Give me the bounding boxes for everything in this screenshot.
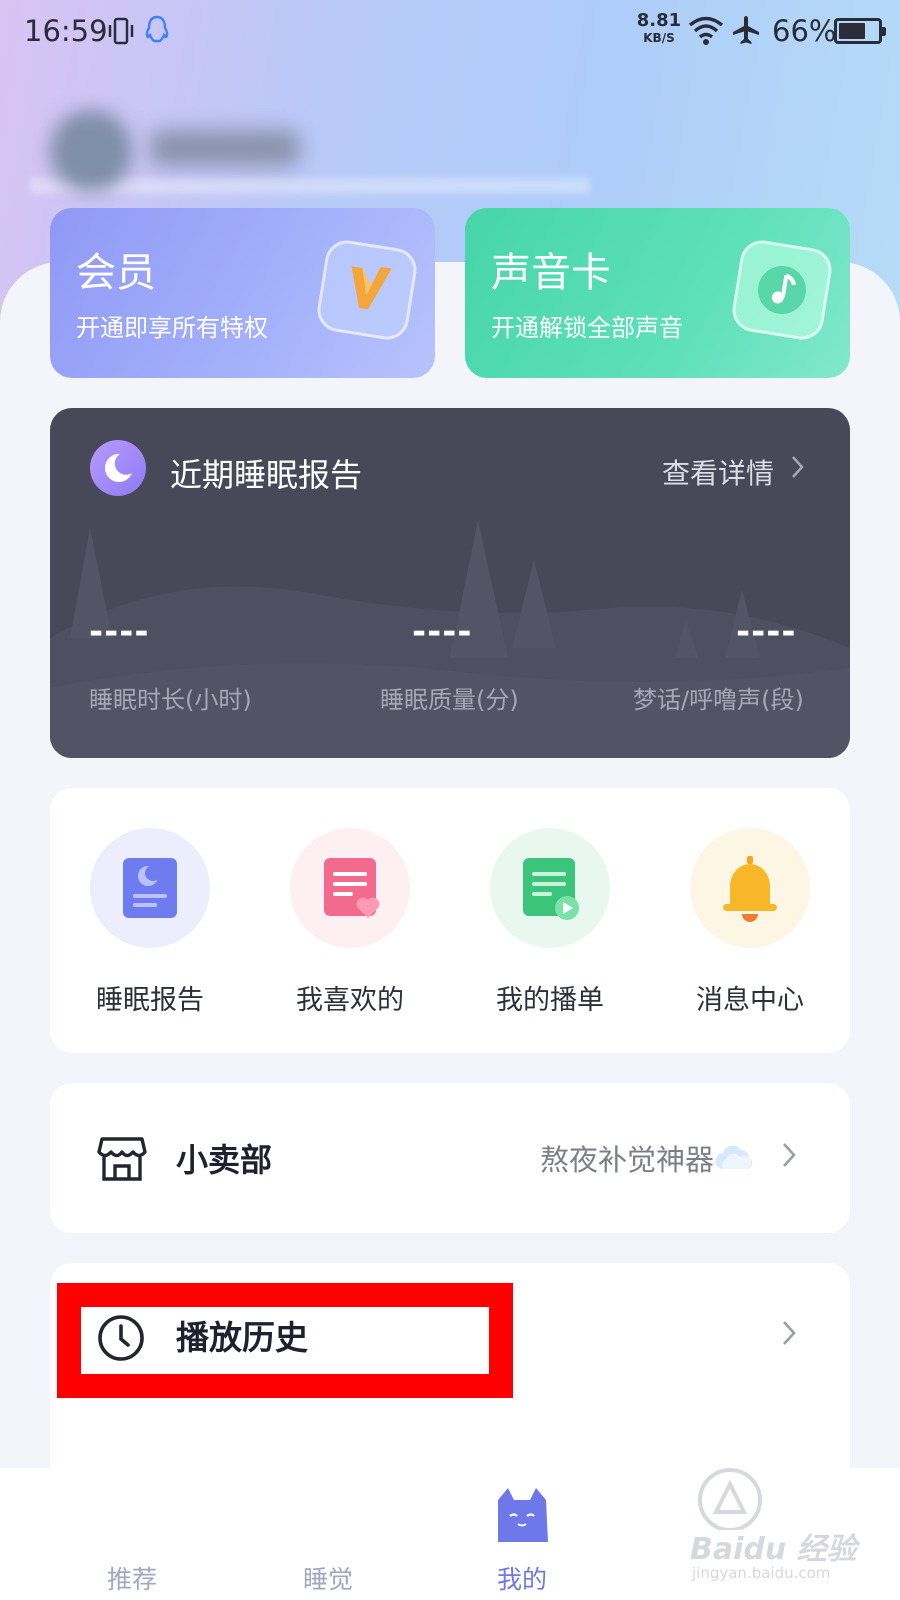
member-title: 会员 [76,250,156,296]
report-icon [90,828,210,948]
sound-card-subtitle: 开通解锁全部声音 [491,314,683,342]
mascot-icon[interactable] [492,1486,552,1548]
member-card[interactable]: 会员 开通即享所有特权 [50,208,435,378]
qq-icon [144,14,170,50]
user-name[interactable] [150,130,300,166]
store-icon [96,1135,148,1187]
airplane-mode-icon [730,14,762,50]
sleep-report-title: 近期睡眠报告 [170,456,363,494]
member-subtitle: 开通即享所有特权 [76,314,268,342]
chevron-right-icon [780,1139,798,1175]
vip-badge-icon [314,237,420,343]
snore-value: ---- [736,612,797,652]
shortcut-sleep-report[interactable]: 睡眠报告 [70,828,230,1017]
status-bar: 16:59 8.81 KB/S 66% [0,0,900,64]
chevron-right-icon [790,452,806,486]
shortcuts-card: 睡眠报告 我喜欢的 我的播单 消息中心 [50,788,850,1053]
shortcut-label: 消息中心 [696,985,804,1016]
avatar[interactable] [50,110,132,192]
network-speed: 8.81 KB/S [636,10,682,45]
music-note-icon [729,237,835,343]
shortcut-label: 我的播单 [496,985,604,1016]
shortcut-messages[interactable]: 消息中心 [670,828,830,1017]
view-details-link[interactable]: 查看详情 [662,452,774,492]
cloud-icon [714,1143,756,1175]
store-promo-text: 熬夜补觉神器 [539,1143,714,1177]
shortcut-playlist[interactable]: 我的播单 [470,828,630,1017]
nav-tab-mine[interactable]: 我的 [462,1560,582,1596]
nav-tab-recommend[interactable]: 推荐 [72,1560,192,1596]
moon-icon [90,440,146,496]
snore-label: 梦话/呼噜声(段) [633,686,804,714]
vibrate-icon [107,16,135,50]
playlist-icon [490,828,610,948]
highlight-annotation [57,1283,513,1398]
sleep-duration-value: ---- [89,612,150,652]
baidu-watermark: Baidu 经验 jingyan.baidu.com [680,1460,880,1582]
sound-card-title: 声音卡 [491,250,611,296]
sleep-duration-label: 睡眠时长(小时) [89,686,252,714]
user-profile[interactable] [30,100,590,200]
battery-icon [834,18,886,44]
nav-tab-sleep[interactable]: 睡觉 [268,1560,388,1596]
shortcut-favorites[interactable]: 我喜欢的 [270,828,430,1017]
status-time: 16:59 [24,14,108,48]
chevron-right-icon [780,1317,798,1353]
sound-card[interactable]: 声音卡 开通解锁全部声音 [465,208,850,378]
shortcut-label: 睡眠报告 [96,985,204,1016]
battery-percent: 66% [772,14,837,48]
wifi-icon [688,14,724,50]
favorites-icon [290,828,410,948]
sleep-quality-label: 睡眠质量(分) [380,686,519,714]
bell-icon [690,828,810,948]
sleep-quality-value: ---- [412,612,473,652]
store-row[interactable]: 小卖部 熬夜补觉神器 [50,1083,850,1233]
store-title: 小卖部 [176,1141,273,1179]
shortcut-label: 我喜欢的 [296,985,404,1016]
